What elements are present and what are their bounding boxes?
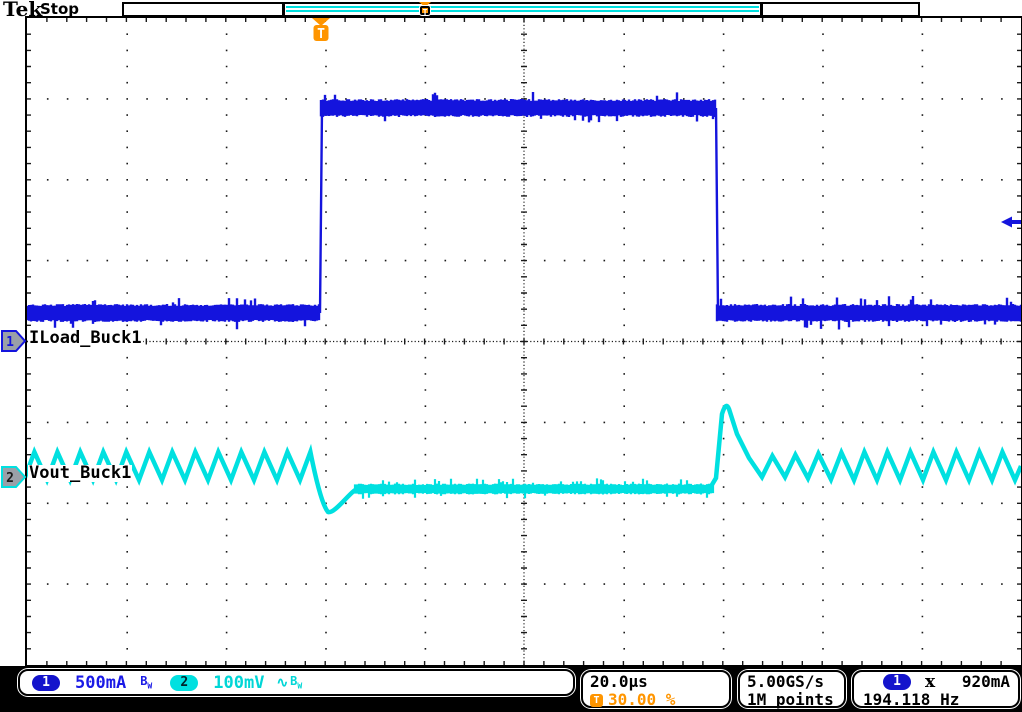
channel1-badge: 1	[32, 675, 60, 691]
trigger-position-readout: T 30.00 %	[590, 691, 729, 709]
trigger-t-icon: T	[317, 27, 325, 42]
channel1-ground-marker: 1	[2, 331, 25, 351]
svg-text:2: 2	[6, 471, 14, 486]
channel1-bandwidth-icon: BW	[140, 674, 152, 690]
channel2-badge: 2	[170, 675, 198, 691]
channel2-trace-label: Vout_Buck1	[28, 465, 132, 482]
sample-rate: 5.00GS/s	[747, 673, 844, 691]
trigger-frequency: 194.118 Hz	[861, 691, 1018, 709]
acquisition-readout-box: 5.00GS/s 1M points	[738, 670, 846, 708]
channel1-scale: 500mA	[75, 673, 126, 693]
channel2-scale: 100mV	[213, 673, 264, 693]
channel-scale-readout-box: 1 500mA BW 2 100mV ∿ BW	[18, 669, 575, 696]
status-bar: 1 500mA BW 2 100mV ∿ BW 20.0µs T 30.00 %…	[0, 666, 1022, 712]
trigger-source-badge: 1	[883, 674, 911, 690]
trigger-position-value: 30.00 %	[608, 691, 675, 709]
trigger-readout-box: 1 x 920mA 194.118 Hz	[852, 670, 1020, 708]
record-length: 1M points	[747, 691, 844, 709]
timebase-readout-box: 20.0µs T 30.00 %	[581, 670, 731, 708]
svg-text:1: 1	[6, 335, 14, 350]
trigger-level: 920mA	[962, 673, 1010, 691]
graticule-display: T 1 2	[0, 0, 1022, 666]
trigger-slope-icon: x	[925, 673, 935, 691]
time-per-division: 20.0µs	[590, 673, 729, 691]
trigger-t-icon: T	[590, 694, 603, 707]
channel1-trace-label: ILoad_Buck1	[28, 330, 143, 347]
oscilloscope-screen: Tek Stop T T 1 2	[0, 0, 1022, 712]
channel2-coupling-icon: ∿	[276, 675, 288, 691]
channel2-bandwidth-icon: BW	[290, 674, 302, 690]
channel2-ground-marker: 2	[2, 467, 25, 487]
